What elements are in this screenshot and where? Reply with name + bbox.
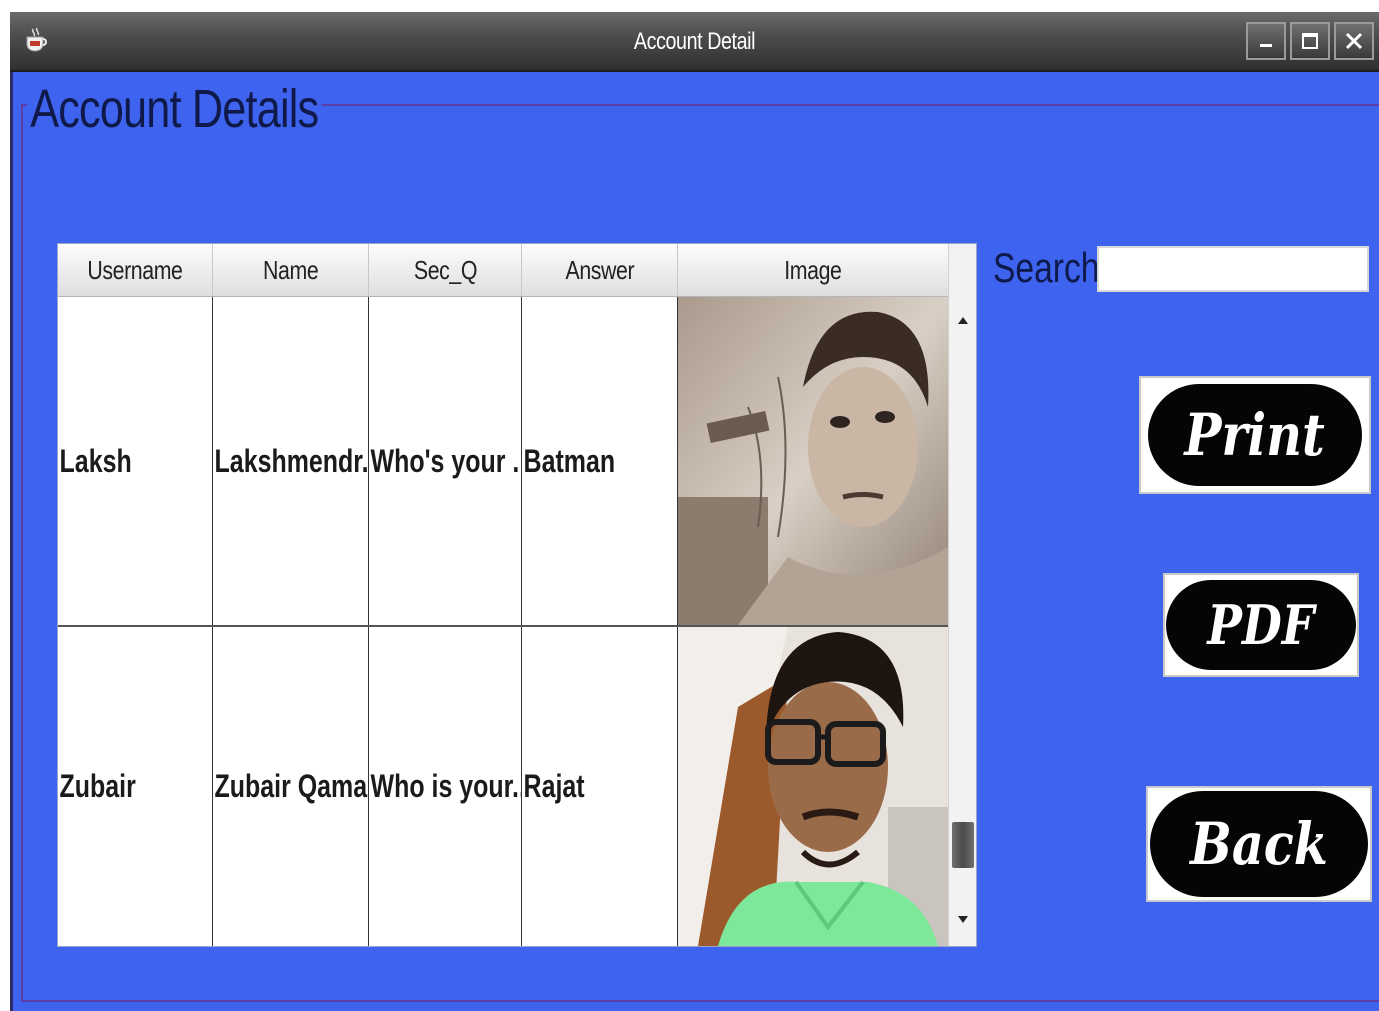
- title-bar[interactable]: Account Detail: [10, 12, 1379, 72]
- vertical-scrollbar[interactable]: [948, 244, 976, 946]
- chevron-down-icon: [958, 916, 968, 923]
- back-button-face[interactable]: Back: [1150, 791, 1368, 897]
- cell-sec-q[interactable]: Who's your ...: [369, 297, 522, 625]
- cell-answer[interactable]: Batman: [522, 297, 678, 625]
- scroll-thumb[interactable]: [952, 822, 974, 868]
- column-header-name[interactable]: Name: [213, 244, 369, 296]
- minimize-button[interactable]: [1246, 22, 1286, 60]
- maximize-button[interactable]: [1290, 22, 1330, 60]
- table-row[interactable]: Zubair Zubair Qamar Who is your... Rajat: [58, 627, 948, 946]
- panel-title: Account Details: [27, 78, 322, 140]
- profile-photo: [678, 627, 948, 946]
- search-label: Search: [993, 244, 1100, 291]
- content-panel: Account Details Username Name Sec_Q Answ…: [10, 72, 1379, 1011]
- scroll-up-button[interactable]: [949, 300, 976, 340]
- table-row[interactable]: Laksh Lakshmendr... Who's your ... Batma…: [58, 297, 948, 627]
- scroll-down-button[interactable]: [949, 900, 976, 940]
- column-header-image[interactable]: Image: [678, 244, 948, 296]
- window-title: Account Detail: [633, 28, 756, 55]
- back-button[interactable]: Back: [1146, 786, 1372, 902]
- print-button-face[interactable]: Print: [1148, 384, 1362, 486]
- column-header-sec-q[interactable]: Sec_Q: [369, 244, 522, 296]
- minimize-icon: [1260, 44, 1272, 47]
- print-button[interactable]: Print: [1139, 376, 1371, 494]
- chevron-up-icon: [958, 317, 968, 324]
- cell-name[interactable]: Lakshmendr...: [213, 297, 369, 625]
- coffee-cup-icon: [26, 27, 47, 52]
- account-detail-window: Account Detail Account Details Username …: [10, 12, 1379, 1011]
- cell-name[interactable]: Zubair Qamar: [213, 627, 369, 946]
- cell-image[interactable]: [678, 627, 948, 946]
- cell-answer[interactable]: Rajat: [522, 627, 678, 946]
- profile-photo: [678, 297, 948, 625]
- column-header-answer[interactable]: Answer: [522, 244, 678, 296]
- cell-sec-q[interactable]: Who is your...: [369, 627, 522, 946]
- cell-username[interactable]: Laksh: [58, 297, 213, 625]
- column-header-username[interactable]: Username: [58, 244, 213, 296]
- search-input[interactable]: [1097, 246, 1369, 292]
- table-header: Username Name Sec_Q Answer Image: [58, 244, 948, 297]
- cell-image[interactable]: [678, 297, 948, 625]
- pdf-button-face[interactable]: PDF: [1166, 580, 1356, 670]
- close-icon: [1345, 32, 1363, 50]
- maximize-icon: [1302, 33, 1318, 49]
- cell-username[interactable]: Zubair: [58, 627, 213, 946]
- close-button[interactable]: [1334, 22, 1374, 60]
- accounts-table[interactable]: Username Name Sec_Q Answer Image Laksh L…: [57, 243, 977, 947]
- pdf-button[interactable]: PDF: [1163, 573, 1359, 677]
